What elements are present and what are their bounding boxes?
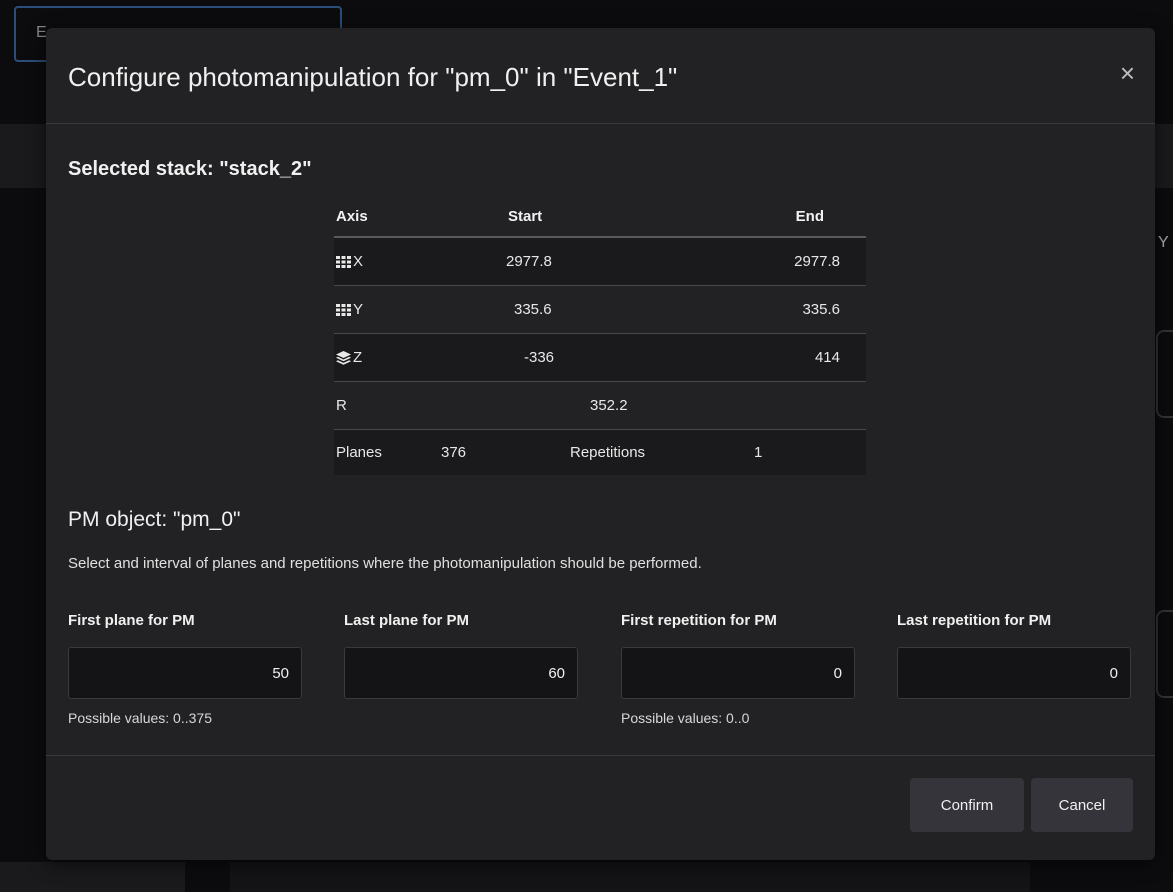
start-value: 2977.8	[506, 253, 552, 270]
end-value: 335.6	[802, 301, 840, 318]
background-right-control	[1156, 330, 1173, 418]
table-row-r: R 352.2	[334, 382, 866, 430]
axis-label: Z	[353, 349, 363, 366]
last-plane-label: Last plane for PM	[344, 612, 470, 629]
planes-value: 376	[441, 444, 467, 461]
pm-object-title: PM object: "pm_0"	[68, 508, 241, 531]
last-repetition-input[interactable]	[897, 647, 1131, 699]
last-repetition-label: Last repetition for PM	[897, 612, 1052, 629]
background-bottom-bar	[230, 862, 1030, 892]
cancel-button[interactable]: Cancel	[1031, 778, 1133, 832]
layers-icon	[336, 351, 351, 365]
repetitions-label: Repetitions	[570, 444, 646, 461]
close-icon[interactable]: ×	[1120, 58, 1135, 88]
grid-icon	[336, 304, 351, 317]
confirm-button[interactable]: Confirm	[910, 778, 1024, 832]
grid-icon	[336, 256, 351, 269]
background-bottom-button	[0, 862, 185, 892]
dialog-footer-divider	[46, 755, 1155, 756]
first-repetition-input[interactable]	[621, 647, 855, 699]
axis-label: Y	[353, 301, 364, 318]
pm-description: Select and interval of planes and repeti…	[68, 555, 702, 572]
table-row-planes: Planes 376 Repetitions 1	[334, 429, 866, 475]
dialog-header: Configure photomanipulation for "pm_0" i…	[46, 28, 1155, 124]
end-value: 414	[814, 349, 840, 366]
header-axis: Axis	[334, 196, 466, 238]
r-label: R	[336, 397, 347, 414]
first-plane-label: First plane for PM	[68, 612, 195, 629]
start-value: -336	[524, 349, 555, 366]
r-value: 352.2	[590, 397, 628, 414]
background-right-label: Y	[1158, 234, 1169, 251]
photomanipulation-dialog: Configure photomanipulation for "pm_0" i…	[46, 28, 1155, 860]
last-plane-input[interactable]	[344, 647, 578, 699]
dialog-title: Configure photomanipulation for "pm_0" i…	[68, 62, 678, 92]
repetitions-value: 1	[754, 444, 763, 461]
first-repetition-label: First repetition for PM	[621, 612, 777, 629]
plane-range-hint: Possible values: 0..375	[68, 710, 212, 726]
first-plane-input[interactable]	[68, 647, 302, 699]
table-row-x: X 2977.8 2977.8	[334, 237, 866, 286]
end-value: 2977.8	[794, 253, 840, 270]
table-row-z: Z -336 414	[334, 333, 866, 382]
header-end: End	[683, 196, 866, 238]
background-right-control	[1156, 610, 1173, 698]
selected-stack-title: Selected stack: "stack_2"	[68, 158, 312, 180]
header-start: Start	[466, 196, 683, 238]
start-value: 335.6	[514, 301, 552, 318]
planes-label: Planes	[336, 444, 382, 461]
repetition-range-hint: Possible values: 0..0	[621, 710, 750, 726]
axis-label: X	[353, 253, 364, 270]
stack-table: Axis Start End X 2977.8 2977.8 Y 335.6 3…	[334, 196, 866, 475]
table-row-y: Y 335.6 335.6	[334, 286, 866, 334]
